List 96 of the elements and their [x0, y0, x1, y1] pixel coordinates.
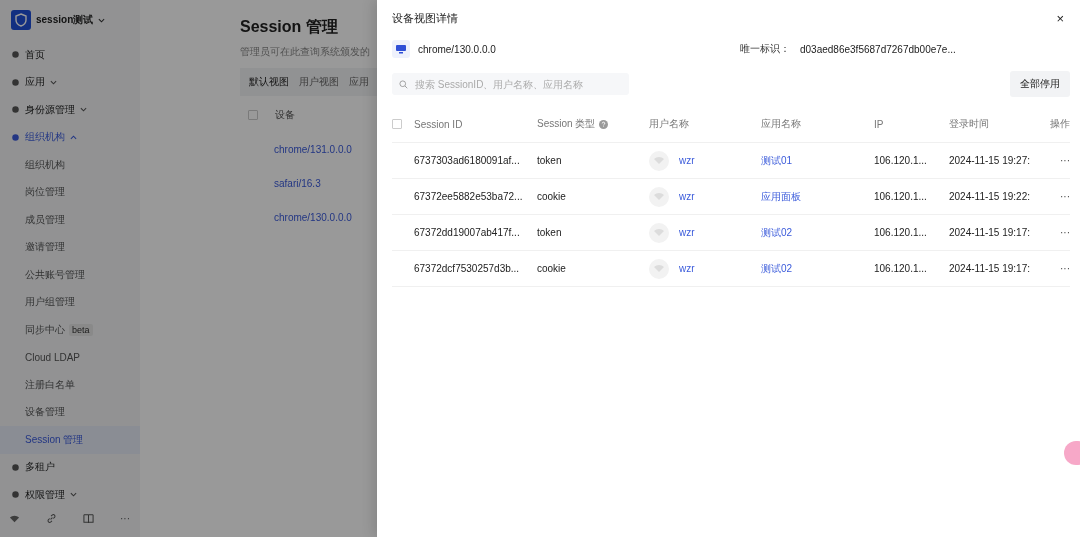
avatar-icon — [649, 258, 669, 279]
nav-subitem[interactable]: 成员管理 — [0, 206, 140, 234]
table-cell: cookie — [537, 191, 566, 202]
search-icon — [399, 79, 408, 89]
close-button[interactable]: × — [1056, 10, 1064, 26]
app-link[interactable]: 测试02 — [761, 261, 793, 276]
app-link[interactable]: 测试02 — [761, 225, 793, 240]
column-header: IP — [874, 118, 884, 130]
nav-subitem[interactable]: 岗位管理 — [0, 178, 140, 206]
nav-label: 同步中心 — [25, 322, 65, 337]
checkbox[interactable] — [392, 119, 402, 129]
checkbox[interactable] — [248, 110, 258, 120]
view-tab[interactable]: 默认视图 — [249, 75, 289, 89]
table-cell: 2024-11-15 19:17: — [949, 227, 1030, 238]
page-title: Session 管理 — [240, 17, 338, 37]
view-tab[interactable]: 应用 — [349, 75, 369, 89]
table-cell: cookie — [537, 263, 566, 274]
drawer-title: 设备视图详情 — [392, 10, 458, 26]
app-link[interactable]: 测试01 — [761, 153, 793, 168]
table-cell: 2024-11-15 19:17: — [949, 263, 1030, 274]
more-button[interactable]: ··· — [1060, 227, 1070, 238]
help-icon — [599, 119, 609, 129]
nav-item[interactable]: 应用 — [0, 68, 140, 96]
table-cell: 67372ee5882e53ba72... — [414, 191, 523, 202]
device-name: chrome/130.0.0.0 — [418, 43, 497, 55]
more-button[interactable]: ··· — [1060, 155, 1070, 166]
user-link[interactable]: wzr — [679, 263, 695, 274]
column-header: Session 类型 — [537, 117, 596, 131]
app-link[interactable]: 应用面板 — [761, 189, 801, 204]
nav-subitem[interactable]: 邀请管理 — [0, 233, 140, 261]
nav-item[interactable]: 权限管理 — [0, 481, 140, 509]
nav-label: 岗位管理 — [25, 185, 65, 200]
nav-subitem[interactable]: 注册白名单 — [0, 371, 140, 399]
shield-logo-icon — [11, 10, 31, 30]
search-field[interactable]: 搜索 SessionID、用户名称、应用名称 — [392, 73, 629, 95]
monitor-icon — [392, 40, 410, 58]
table-cell: 2024-11-15 19:27: — [949, 155, 1030, 166]
nav-subitem[interactable]: 组织机构 — [0, 151, 140, 179]
avatar-icon — [649, 222, 669, 243]
nav-label: Cloud LDAP — [25, 351, 81, 363]
column-header: 应用名称 — [761, 117, 801, 131]
user-link[interactable]: wzr — [679, 227, 695, 238]
table-cell: 106.120.1... — [874, 155, 927, 166]
column-header: 设备 — [275, 108, 295, 122]
nav-label: 注册白名单 — [25, 377, 75, 392]
table-cell: 6737303ad6180091af... — [414, 155, 520, 166]
table-cell: 2024-11-15 19:22: — [949, 191, 1030, 202]
nav-label: 用户组管理 — [25, 295, 75, 310]
table-cell: 106.120.1... — [874, 227, 927, 238]
nav-item[interactable]: 身份源管理 — [0, 96, 140, 124]
more-button[interactable]: ··· — [120, 513, 130, 524]
user-link[interactable]: wzr — [679, 155, 695, 166]
beta-badge: beta — [69, 323, 93, 336]
nav-subitem[interactable]: 公共账号管理 — [0, 261, 140, 289]
nav-label: 组织机构 — [25, 157, 65, 172]
link-icon[interactable] — [46, 513, 57, 524]
device-link[interactable]: chrome/131.0.0.0 — [274, 144, 352, 155]
column-header: 操作 — [1050, 117, 1070, 131]
nav-subitem[interactable]: 设备管理 — [0, 398, 140, 426]
nav-subitem[interactable]: 用户组管理 — [0, 288, 140, 316]
column-header: 登录时间 — [949, 117, 989, 131]
nav-subitem[interactable]: Cloud LDAP — [0, 343, 140, 371]
table-cell: 106.120.1... — [874, 191, 927, 202]
disable-all-button[interactable]: 全部停用 — [1010, 71, 1070, 97]
nav-item[interactable]: 多租户 — [0, 453, 140, 481]
nav-item[interactable]: 组织机构 — [0, 123, 140, 151]
nav-label: Session 管理 — [25, 432, 84, 447]
caret-icon — [98, 16, 106, 24]
nav-label: 邀请管理 — [25, 240, 65, 255]
column-header: 用户名称 — [649, 117, 689, 131]
book-icon[interactable] — [83, 513, 94, 524]
wifi-icon[interactable] — [9, 513, 20, 524]
device-link[interactable]: chrome/130.0.0.0 — [274, 212, 352, 223]
table-cell: 67372dcf7530257d3b... — [414, 263, 520, 274]
user-link[interactable]: wzr — [679, 191, 695, 202]
view-tab[interactable]: 用户视图 — [299, 75, 339, 89]
table-cell: 106.120.1... — [874, 263, 927, 274]
avatar-icon — [649, 150, 669, 171]
id-value: d03aed86e3f5687d7267db00e7e... — [800, 43, 956, 55]
nav-subitem[interactable]: 同步中心 beta — [0, 316, 140, 344]
table-cell: token — [537, 227, 562, 238]
workspace-name[interactable]: session测试 — [36, 13, 94, 27]
table-cell: 67372dd19007ab417f... — [414, 227, 520, 238]
device-link[interactable]: safari/16.3 — [274, 178, 321, 189]
nav-subitem[interactable]: Session 管理 — [0, 426, 140, 454]
more-button[interactable]: ··· — [1060, 191, 1070, 202]
id-label: 唯一标识： — [740, 42, 790, 56]
more-button[interactable]: ··· — [1060, 263, 1070, 274]
nav-label: 公共账号管理 — [25, 267, 85, 282]
column-header: Session ID — [414, 118, 463, 130]
nav-label: 设备管理 — [25, 405, 65, 420]
nav-item[interactable]: 首页 — [0, 41, 140, 69]
table-cell: token — [537, 155, 562, 166]
page-description: 管理员可在此查询系统颁发的 — [240, 45, 370, 59]
avatar-icon — [649, 186, 669, 207]
nav-label: 成员管理 — [25, 212, 65, 227]
